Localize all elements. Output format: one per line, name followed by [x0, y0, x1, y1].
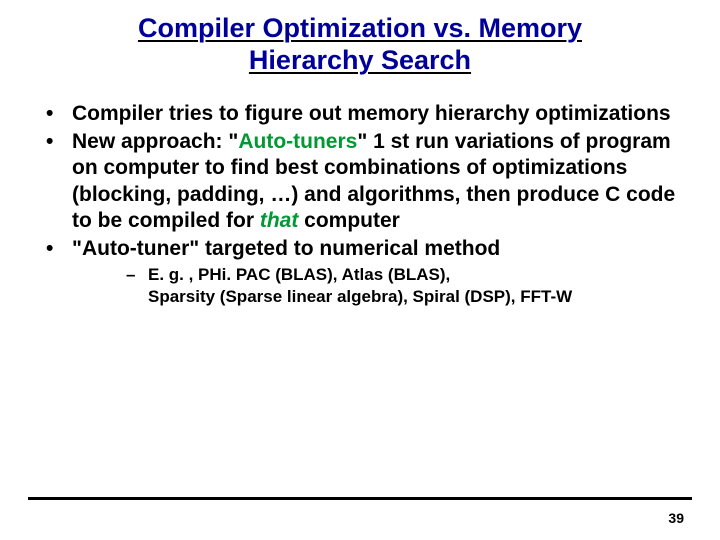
sub-bullet-item: E. g. , PHi. PAC (BLAS), Atlas (BLAS), S… [72, 264, 692, 307]
bullet-item: New approach: "Auto-tuners" 1 st run var… [28, 129, 692, 234]
bullet-accent: Auto-tuners [238, 130, 357, 153]
bullet-item: "Auto-tuner" targeted to numerical metho… [28, 236, 692, 307]
bullet-item: Compiler tries to figure out memory hier… [28, 101, 692, 127]
bullet-text: "Auto-tuner" targeted to numerical metho… [72, 237, 500, 260]
slide-title: Compiler Optimization vs. Memory Hierarc… [0, 0, 720, 83]
sub-bullet-list: E. g. , PHi. PAC (BLAS), Atlas (BLAS), S… [72, 264, 692, 307]
bullet-text-pre: New approach: " [72, 130, 238, 153]
bullet-text: Compiler tries to figure out memory hier… [72, 102, 671, 125]
title-line-1: Compiler Optimization vs. Memory [138, 13, 582, 43]
sub-bullet-line-1: E. g. , PHi. PAC (BLAS), Atlas (BLAS), [148, 265, 450, 284]
bullet-text-post: computer [298, 209, 400, 232]
footer-rule [28, 497, 692, 500]
title-line-2: Hierarchy Search [249, 45, 471, 75]
page-number: 39 [668, 510, 684, 526]
bullet-list: Compiler tries to figure out memory hier… [28, 101, 692, 307]
sub-bullet-line-2: Sparsity (Sparse linear algebra), Spiral… [148, 287, 572, 306]
bullet-accent-italic: that [260, 209, 299, 232]
slide-content: Compiler tries to figure out memory hier… [0, 83, 720, 307]
